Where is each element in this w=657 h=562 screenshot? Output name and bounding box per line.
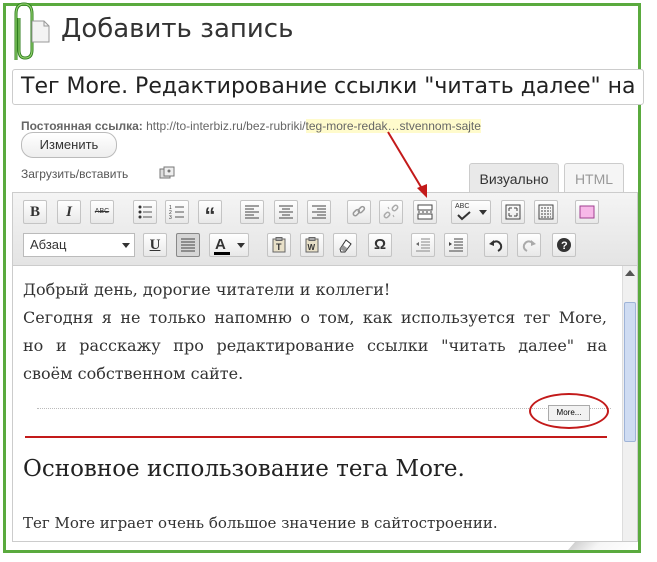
align-right-icon: [312, 205, 326, 219]
tab-html[interactable]: HTML: [564, 163, 624, 194]
page-title: Добавить запись: [61, 14, 294, 44]
annotation-arrow: [387, 131, 427, 198]
media-icon[interactable]: [159, 166, 175, 180]
page-icon: [31, 20, 50, 43]
underline-icon: U: [149, 237, 161, 253]
kitchen-sink-icon: [538, 204, 554, 220]
insert-more-button[interactable]: [413, 200, 437, 224]
text-color-button[interactable]: A: [209, 233, 249, 257]
outdent-icon: [416, 238, 430, 252]
pink-box-button[interactable]: [575, 200, 599, 224]
justify-button[interactable]: [176, 233, 200, 257]
svg-text:T: T: [276, 242, 282, 252]
align-left-button[interactable]: [240, 200, 264, 224]
special-char-button[interactable]: Ω: [368, 233, 392, 257]
undo-button[interactable]: [484, 233, 508, 257]
help-icon: ?: [557, 238, 571, 252]
underline-button[interactable]: U: [143, 233, 167, 257]
scroll-thumb[interactable]: [624, 302, 636, 442]
svg-text:?: ?: [561, 240, 568, 252]
svg-text:W: W: [308, 243, 316, 252]
text-color-icon: A: [215, 236, 226, 253]
strikethrough-button[interactable]: ABC: [90, 200, 114, 224]
check-icon: [457, 211, 471, 221]
chevron-down-icon[interactable]: [479, 210, 487, 215]
clear-format-button[interactable]: [333, 233, 357, 257]
paragraph-line: Сегодня я не только напомню о том, как и…: [23, 308, 607, 327]
paragraph-line: своём собственном сайте.: [23, 364, 244, 383]
unlink-button[interactable]: [379, 200, 403, 224]
outdent-button[interactable]: [411, 233, 435, 257]
more-separator: [37, 408, 611, 409]
change-permalink-button[interactable]: Изменить: [21, 132, 117, 158]
paragraph-line: Тег More играет очень большое значение в…: [23, 514, 498, 532]
fullscreen-button[interactable]: [501, 200, 525, 224]
more-tag-icon: [417, 204, 433, 220]
pink-box-icon: [579, 205, 595, 219]
chevron-down-icon[interactable]: [237, 243, 245, 248]
paste-word-button[interactable]: W: [300, 233, 324, 257]
paragraph-line: но и расскажу про редактирование ссылки …: [23, 336, 607, 355]
paragraph-line: Добрый день, дорогие читатели и коллеги!: [23, 280, 391, 299]
paste-text-button[interactable]: T: [267, 233, 291, 257]
numbered-list-button[interactable]: 123: [165, 200, 189, 224]
format-select[interactable]: Абзац: [23, 233, 135, 257]
content-heading: Основное использование тега More.: [23, 456, 465, 482]
editor-content[interactable]: Добрый день, дорогие читатели и коллеги!…: [13, 266, 621, 541]
blockquote-button[interactable]: “: [198, 200, 222, 228]
insert-link-button[interactable]: [347, 200, 371, 224]
italic-icon: I: [66, 204, 72, 220]
undo-icon: [489, 240, 503, 252]
align-right-button[interactable]: [307, 200, 331, 224]
align-center-button[interactable]: [274, 200, 298, 224]
redo-icon: [522, 240, 536, 252]
redo-button[interactable]: [517, 233, 541, 257]
unlink-icon: [383, 204, 399, 219]
bullet-list-icon: [138, 205, 152, 219]
link-icon: [352, 205, 366, 217]
annotation-underline: [25, 436, 607, 438]
italic-button[interactable]: I: [57, 200, 81, 224]
align-center-icon: [279, 205, 293, 219]
omega-icon: Ω: [373, 236, 387, 253]
permalink-base[interactable]: http://to-interbiz.ru/bez-rubriki/: [146, 119, 305, 133]
bullet-list-button[interactable]: [133, 200, 157, 224]
justify-icon: [181, 238, 195, 252]
post-title-input[interactable]: Тег More. Редактирование ссылки "читать …: [12, 69, 644, 105]
tab-visual[interactable]: Визуально: [469, 163, 559, 194]
numbered-list-icon: 123: [169, 205, 184, 220]
scroll-up-icon[interactable]: [625, 270, 635, 276]
spellcheck-icon: ABC: [455, 203, 470, 210]
chevron-down-icon: [122, 243, 130, 248]
indent-icon: [449, 238, 463, 252]
editor-scrollbar[interactable]: [622, 266, 637, 541]
permalink-label: Постоянная ссылка:: [21, 119, 143, 133]
upload-insert-label: Загрузить/вставить: [21, 167, 129, 181]
fullscreen-icon: [505, 204, 521, 220]
bold-button[interactable]: B: [23, 200, 47, 224]
paste-text-icon: T: [272, 237, 286, 253]
editor-toolbar: B I ABC 123 “ ABC Абзац U A T W Ω ?: [13, 193, 637, 266]
strikethrough-icon: ABC: [94, 208, 110, 215]
kitchen-sink-button[interactable]: [534, 200, 558, 224]
align-left-icon: [245, 205, 259, 219]
bold-icon: B: [29, 204, 40, 220]
post-editor: B I ABC 123 “ ABC Абзац U A T W Ω ? Добр…: [12, 192, 638, 542]
paste-word-icon: W: [305, 237, 319, 253]
eraser-icon: [339, 239, 352, 253]
format-select-value: Абзац: [30, 237, 67, 252]
indent-button[interactable]: [444, 233, 468, 257]
annotation-ellipse: [529, 393, 609, 429]
color-swatch: [214, 252, 230, 255]
spellcheck-button[interactable]: ABC: [451, 200, 491, 224]
blockquote-icon: “: [204, 203, 216, 228]
post-title-text: Тег More. Редактирование ссылки "читать …: [21, 74, 644, 99]
svg-text:3: 3: [169, 215, 172, 220]
help-button[interactable]: ?: [552, 233, 576, 257]
